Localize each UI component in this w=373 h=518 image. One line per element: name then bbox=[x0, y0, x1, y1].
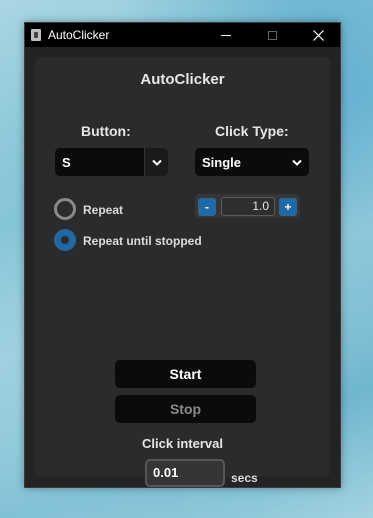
repeat-until-stopped-radio[interactable] bbox=[54, 229, 76, 251]
minimize-button[interactable] bbox=[203, 23, 249, 47]
chevron-down-icon[interactable] bbox=[285, 148, 309, 176]
decrement-button[interactable]: - bbox=[198, 198, 216, 216]
window-title: AutoClicker bbox=[48, 28, 110, 42]
minimize-icon bbox=[221, 34, 231, 36]
chevron-down-icon[interactable] bbox=[144, 148, 168, 176]
maximize-button[interactable] bbox=[249, 23, 295, 47]
repeat-radio-label[interactable]: Repeat bbox=[83, 203, 123, 217]
button-select[interactable]: S bbox=[55, 148, 168, 176]
button-label: Button: bbox=[81, 123, 131, 139]
maximize-icon bbox=[267, 30, 277, 40]
button-select-value: S bbox=[62, 154, 71, 170]
repeat-until-stopped-radio-label[interactable]: Repeat until stopped bbox=[83, 234, 202, 248]
close-icon bbox=[312, 29, 324, 41]
page-title: AutoClicker bbox=[140, 71, 225, 88]
click-type-label: Click Type: bbox=[215, 123, 289, 139]
main-panel: AutoClicker Button: Click Type: S Single… bbox=[35, 57, 330, 487]
increment-button[interactable]: + bbox=[279, 198, 297, 216]
click-interval-input[interactable]: 0.01 bbox=[145, 459, 225, 487]
autoclicker-window: AutoClicker AutoClicker Button: Click Ty… bbox=[24, 22, 341, 488]
start-button[interactable]: Start bbox=[115, 360, 256, 388]
app-icon bbox=[31, 29, 41, 41]
repeat-count-input[interactable]: 1.0 bbox=[221, 197, 275, 216]
stop-button[interactable]: Stop bbox=[115, 395, 256, 423]
click-type-select-value: Single bbox=[202, 154, 242, 170]
interval-unit-label: secs bbox=[231, 471, 258, 485]
title-bar[interactable]: AutoClicker bbox=[25, 23, 340, 47]
close-button[interactable] bbox=[295, 23, 341, 47]
click-type-select[interactable]: Single bbox=[195, 148, 309, 176]
click-interval-label: Click interval bbox=[142, 436, 223, 451]
repeat-radio[interactable] bbox=[54, 198, 76, 220]
